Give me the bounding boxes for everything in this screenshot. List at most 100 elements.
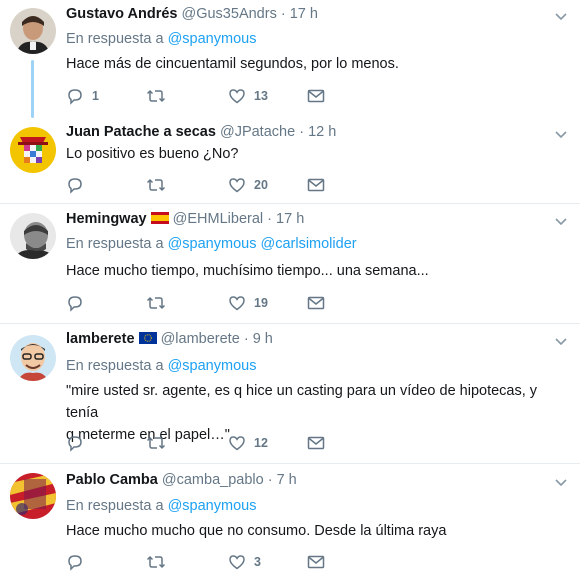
direct-message-button[interactable] bbox=[307, 552, 325, 572]
like-count: 3 bbox=[254, 555, 261, 569]
display-name[interactable]: Hemingway bbox=[66, 211, 147, 227]
like-button[interactable]: 12 bbox=[228, 433, 268, 453]
reply-count: 1 bbox=[92, 89, 99, 103]
tweet-text: Hace mucho mucho que no consumo. Desde l… bbox=[66, 523, 447, 539]
tweet-text: Lo positivo es bueno ¿No? bbox=[66, 146, 239, 162]
tweet[interactable]: Gustavo Andrés @Gus35Andrs · 17 h En res… bbox=[0, 0, 580, 118]
retweet-icon bbox=[146, 436, 166, 450]
envelope-icon bbox=[307, 436, 325, 450]
tweet-header: Hemingway @EHMLiberal · 17 h bbox=[66, 211, 304, 227]
chevron-down-icon[interactable] bbox=[554, 478, 568, 488]
mention-link[interactable]: @spanymous bbox=[168, 358, 257, 374]
reply-button[interactable] bbox=[66, 552, 92, 572]
heart-icon bbox=[229, 436, 245, 451]
reply-icon bbox=[68, 178, 82, 194]
chevron-down-icon[interactable] bbox=[554, 217, 568, 227]
timestamp[interactable]: 17 h bbox=[290, 6, 318, 22]
tweet[interactable]: Pablo Camba @camba_pablo · 7 h En respue… bbox=[0, 464, 580, 579]
user-handle[interactable]: @camba_pablo bbox=[162, 472, 264, 488]
separator-dot: · bbox=[267, 472, 273, 488]
separator-dot: · bbox=[267, 211, 273, 227]
retweet-button[interactable] bbox=[146, 293, 166, 313]
envelope-icon bbox=[307, 555, 325, 569]
tweet-actions: 19 bbox=[66, 293, 366, 313]
envelope-icon bbox=[307, 89, 325, 103]
timestamp[interactable]: 9 h bbox=[253, 331, 273, 347]
reply-prefix: En respuesta a bbox=[66, 236, 164, 252]
replies-timeline: Gustavo Andrés @Gus35Andrs · 17 h En res… bbox=[0, 0, 580, 579]
avatar[interactable] bbox=[10, 335, 56, 381]
direct-message-button[interactable] bbox=[307, 86, 325, 106]
like-count: 12 bbox=[254, 436, 268, 450]
reply-context: En respuesta a @spanymous bbox=[66, 498, 256, 514]
user-handle[interactable]: @Gus35Andrs bbox=[182, 6, 277, 22]
user-handle[interactable]: @JPatache bbox=[220, 124, 295, 140]
heart-icon bbox=[229, 555, 245, 570]
like-button[interactable]: 20 bbox=[228, 175, 268, 195]
avatar[interactable] bbox=[10, 8, 56, 54]
envelope-icon bbox=[307, 178, 325, 192]
tweet[interactable]: Juan Patache a secas @JPatache · 12 h Lo… bbox=[0, 118, 580, 204]
like-button[interactable]: 19 bbox=[228, 293, 268, 313]
retweet-button[interactable] bbox=[146, 86, 166, 106]
like-button[interactable]: 13 bbox=[228, 86, 268, 106]
heart-icon bbox=[229, 296, 245, 311]
reply-button[interactable]: 1 bbox=[66, 86, 99, 106]
direct-message-button[interactable] bbox=[307, 175, 325, 195]
avatar[interactable] bbox=[10, 473, 56, 519]
timestamp[interactable]: 12 h bbox=[308, 124, 336, 140]
spain-flag-icon bbox=[150, 212, 169, 224]
like-count: 13 bbox=[254, 89, 268, 103]
tweet-actions: 20 bbox=[66, 175, 366, 195]
like-count: 20 bbox=[254, 178, 268, 192]
separator-dot: · bbox=[243, 331, 249, 347]
avatar[interactable] bbox=[10, 213, 56, 259]
reply-icon bbox=[68, 296, 82, 312]
retweet-button[interactable] bbox=[146, 175, 166, 195]
retweet-icon bbox=[146, 555, 166, 569]
thread-connector bbox=[31, 60, 34, 118]
reply-context: En respuesta a @spanymous bbox=[66, 358, 256, 374]
retweet-button[interactable] bbox=[146, 552, 166, 572]
user-handle[interactable]: @lamberete bbox=[161, 331, 240, 347]
user-handle[interactable]: @EHMLiberal bbox=[173, 211, 263, 227]
retweet-button[interactable] bbox=[146, 433, 166, 453]
reply-button[interactable] bbox=[66, 175, 92, 195]
chevron-down-icon[interactable] bbox=[554, 130, 568, 140]
envelope-icon bbox=[307, 296, 325, 310]
reply-prefix: En respuesta a bbox=[66, 31, 164, 47]
tweet-text-line: "mire usted sr. agente, es q hice un cas… bbox=[66, 383, 538, 421]
heart-icon bbox=[229, 89, 245, 104]
reply-context: En respuesta a @spanymous bbox=[66, 31, 256, 47]
display-name[interactable]: Juan Patache a secas bbox=[66, 124, 216, 140]
direct-message-button[interactable] bbox=[307, 293, 325, 313]
reply-button[interactable] bbox=[66, 293, 92, 313]
chevron-down-icon[interactable] bbox=[554, 337, 568, 347]
eu-flag-icon bbox=[138, 332, 157, 344]
tweet[interactable]: lamberete @lamberete · 9 h En respuesta … bbox=[0, 324, 580, 464]
reply-prefix: En respuesta a bbox=[66, 498, 164, 514]
separator-dot: · bbox=[299, 124, 305, 140]
reply-icon bbox=[68, 89, 82, 105]
like-button[interactable]: 3 bbox=[228, 552, 261, 572]
chevron-down-icon[interactable] bbox=[554, 12, 568, 22]
tweet-header: Pablo Camba @camba_pablo · 7 h bbox=[66, 472, 297, 488]
heart-icon bbox=[229, 178, 245, 193]
like-count: 19 bbox=[254, 296, 268, 310]
timestamp[interactable]: 17 h bbox=[276, 211, 304, 227]
avatar[interactable] bbox=[10, 127, 56, 173]
timestamp[interactable]: 7 h bbox=[277, 472, 297, 488]
reply-button[interactable] bbox=[66, 433, 92, 453]
mention-link[interactable]: @spanymous bbox=[168, 236, 257, 252]
direct-message-button[interactable] bbox=[307, 433, 325, 453]
tweet-text: Hace mucho tiempo, muchísimo tiempo... u… bbox=[66, 263, 429, 279]
mention-link[interactable]: @spanymous bbox=[168, 31, 257, 47]
display-name[interactable]: Gustavo Andrés bbox=[66, 6, 177, 22]
mention-link[interactable]: @spanymous bbox=[168, 498, 257, 514]
tweet-header: lamberete @lamberete · 9 h bbox=[66, 331, 273, 347]
display-name[interactable]: Pablo Camba bbox=[66, 472, 158, 488]
separator-dot: · bbox=[280, 6, 286, 22]
tweet[interactable]: Hemingway @EHMLiberal · 17 h En respuest… bbox=[0, 204, 580, 324]
mention-link[interactable]: @carlsimolider bbox=[260, 236, 356, 252]
display-name[interactable]: lamberete bbox=[66, 331, 135, 347]
